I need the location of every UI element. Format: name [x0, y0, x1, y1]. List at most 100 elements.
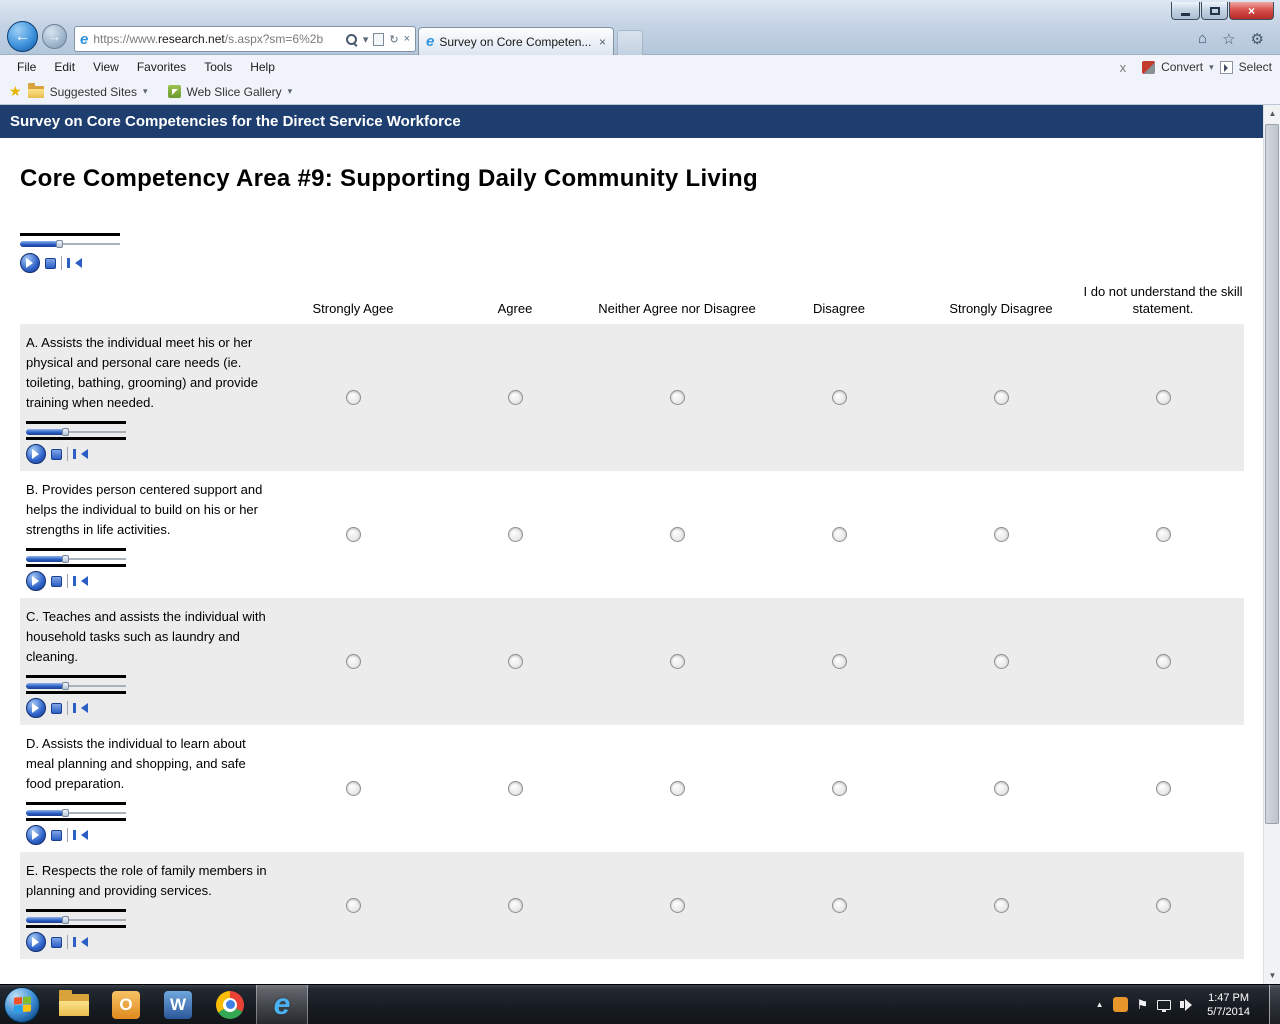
radio-strongly-disagree[interactable] — [994, 781, 1009, 796]
refresh-icon[interactable]: ↻ — [389, 33, 398, 46]
search-icon[interactable] — [345, 33, 358, 46]
radio-strongly-agree[interactable] — [346, 390, 361, 405]
stop-playback-icon[interactable] — [45, 258, 56, 269]
radio-disagree[interactable] — [832, 654, 847, 669]
show-desktop-button[interactable] — [1269, 985, 1280, 1024]
player-seek-slider[interactable] — [26, 554, 126, 567]
rewind-icon[interactable] — [73, 576, 88, 586]
tools-gear-icon[interactable]: ⚙ — [1251, 30, 1264, 48]
radio-agree[interactable] — [508, 527, 523, 542]
stop-playback-icon[interactable] — [51, 937, 62, 948]
radio-strongly-agree[interactable] — [346, 781, 361, 796]
hidden-icons-chevron-icon[interactable]: ▲ — [1096, 1000, 1104, 1009]
play-icon[interactable] — [26, 571, 46, 591]
radio-strongly-agree[interactable] — [346, 898, 361, 913]
menu-help[interactable]: Help — [241, 60, 284, 74]
radio-neither[interactable] — [670, 527, 685, 542]
play-icon[interactable] — [26, 932, 46, 952]
web-slice-gallery-link[interactable]: Web Slice Gallery — [187, 85, 282, 99]
radio-strongly-disagree[interactable] — [994, 654, 1009, 669]
tab-close-icon[interactable]: × — [599, 35, 606, 49]
rewind-icon[interactable] — [73, 937, 88, 947]
volume-icon[interactable] — [1180, 999, 1192, 1011]
radio-agree[interactable] — [508, 654, 523, 669]
convert-dropdown-icon[interactable]: ▾ — [1209, 62, 1214, 73]
scroll-down-icon[interactable]: ▼ — [1264, 967, 1280, 984]
network-icon[interactable] — [1157, 1000, 1171, 1010]
select-button[interactable]: Select — [1239, 60, 1272, 74]
menu-favorites[interactable]: Favorites — [128, 60, 195, 74]
maximize-button[interactable] — [1201, 2, 1228, 20]
menu-view[interactable]: View — [84, 60, 128, 74]
close-window-button[interactable]: × — [1229, 2, 1274, 20]
radio-neither[interactable] — [670, 898, 685, 913]
menu-edit[interactable]: Edit — [45, 60, 84, 74]
radio-agree[interactable] — [508, 781, 523, 796]
taskbar-clock[interactable]: 1:47 PM 5/7/2014 — [1201, 991, 1256, 1019]
taskbar-chrome-button[interactable] — [204, 985, 256, 1024]
vertical-scrollbar[interactable]: ▲ ▼ — [1263, 105, 1280, 984]
menu-file[interactable]: File — [8, 60, 45, 74]
radio-not-understand[interactable] — [1156, 527, 1171, 542]
compatibility-view-icon[interactable] — [373, 33, 384, 46]
taskbar-word-button[interactable]: W — [152, 985, 204, 1024]
radio-strongly-disagree[interactable] — [994, 527, 1009, 542]
stop-icon[interactable]: × — [404, 33, 410, 45]
suggested-sites-link[interactable]: Suggested Sites — [50, 85, 137, 99]
play-icon[interactable] — [26, 444, 46, 464]
radio-neither[interactable] — [670, 781, 685, 796]
forward-nav-button[interactable]: → — [42, 24, 67, 49]
favorites-icon[interactable]: ☆ — [1222, 30, 1235, 48]
radio-strongly-disagree[interactable] — [994, 390, 1009, 405]
radio-neither[interactable] — [670, 654, 685, 669]
player-seek-slider[interactable] — [26, 427, 126, 440]
radio-disagree[interactable] — [832, 781, 847, 796]
home-icon[interactable]: ⌂ — [1198, 30, 1207, 48]
web-slice-dropdown-icon[interactable]: ▾ — [288, 86, 293, 97]
radio-strongly-agree[interactable] — [346, 654, 361, 669]
radio-not-understand[interactable] — [1156, 781, 1171, 796]
play-icon[interactable] — [20, 253, 40, 273]
radio-disagree[interactable] — [832, 527, 847, 542]
convert-button[interactable]: Convert — [1161, 60, 1203, 74]
taskbar-explorer-button[interactable] — [48, 985, 100, 1024]
scroll-up-icon[interactable]: ▲ — [1264, 105, 1280, 122]
back-nav-button[interactable]: ← — [7, 21, 38, 52]
radio-not-understand[interactable] — [1156, 654, 1171, 669]
minimize-button[interactable] — [1171, 2, 1200, 20]
stop-playback-icon[interactable] — [51, 703, 62, 714]
player-seek-slider[interactable] — [20, 239, 120, 249]
radio-not-understand[interactable] — [1156, 390, 1171, 405]
radio-agree[interactable] — [508, 390, 523, 405]
play-icon[interactable] — [26, 825, 46, 845]
stop-playback-icon[interactable] — [51, 576, 62, 587]
radio-not-understand[interactable] — [1156, 898, 1171, 913]
action-center-flag-icon[interactable]: ⚑ — [1137, 997, 1149, 1013]
rewind-icon[interactable] — [73, 703, 88, 713]
favorites-star-icon[interactable]: ★ — [9, 83, 22, 100]
autocomplete-dropdown-icon[interactable]: ▾ — [363, 33, 369, 46]
rewind-icon[interactable] — [73, 449, 88, 459]
radio-strongly-disagree[interactable] — [994, 898, 1009, 913]
suggested-sites-dropdown-icon[interactable]: ▾ — [143, 86, 148, 97]
radio-agree[interactable] — [508, 898, 523, 913]
tray-app-icon[interactable] — [1113, 997, 1128, 1012]
radio-disagree[interactable] — [832, 898, 847, 913]
taskbar-ie-button[interactable]: e — [256, 985, 308, 1024]
player-seek-slider[interactable] — [26, 681, 126, 694]
pdf-bar-close-icon[interactable]: x — [1120, 60, 1127, 75]
player-seek-slider[interactable] — [26, 808, 126, 821]
radio-strongly-agree[interactable] — [346, 527, 361, 542]
radio-disagree[interactable] — [832, 390, 847, 405]
play-icon[interactable] — [26, 698, 46, 718]
new-tab-button[interactable] — [617, 30, 643, 55]
taskbar-outlook-button[interactable]: O — [100, 985, 152, 1024]
stop-playback-icon[interactable] — [51, 830, 62, 841]
address-bar[interactable]: e https://www.research.net/s.aspx?sm=6%2… — [74, 26, 416, 52]
browser-tab[interactable]: e Survey on Core Competen... × — [418, 27, 614, 55]
start-button[interactable] — [4, 987, 40, 1023]
stop-playback-icon[interactable] — [51, 449, 62, 460]
rewind-icon[interactable] — [67, 258, 82, 268]
player-seek-slider[interactable] — [26, 915, 126, 928]
menu-tools[interactable]: Tools — [195, 60, 241, 74]
